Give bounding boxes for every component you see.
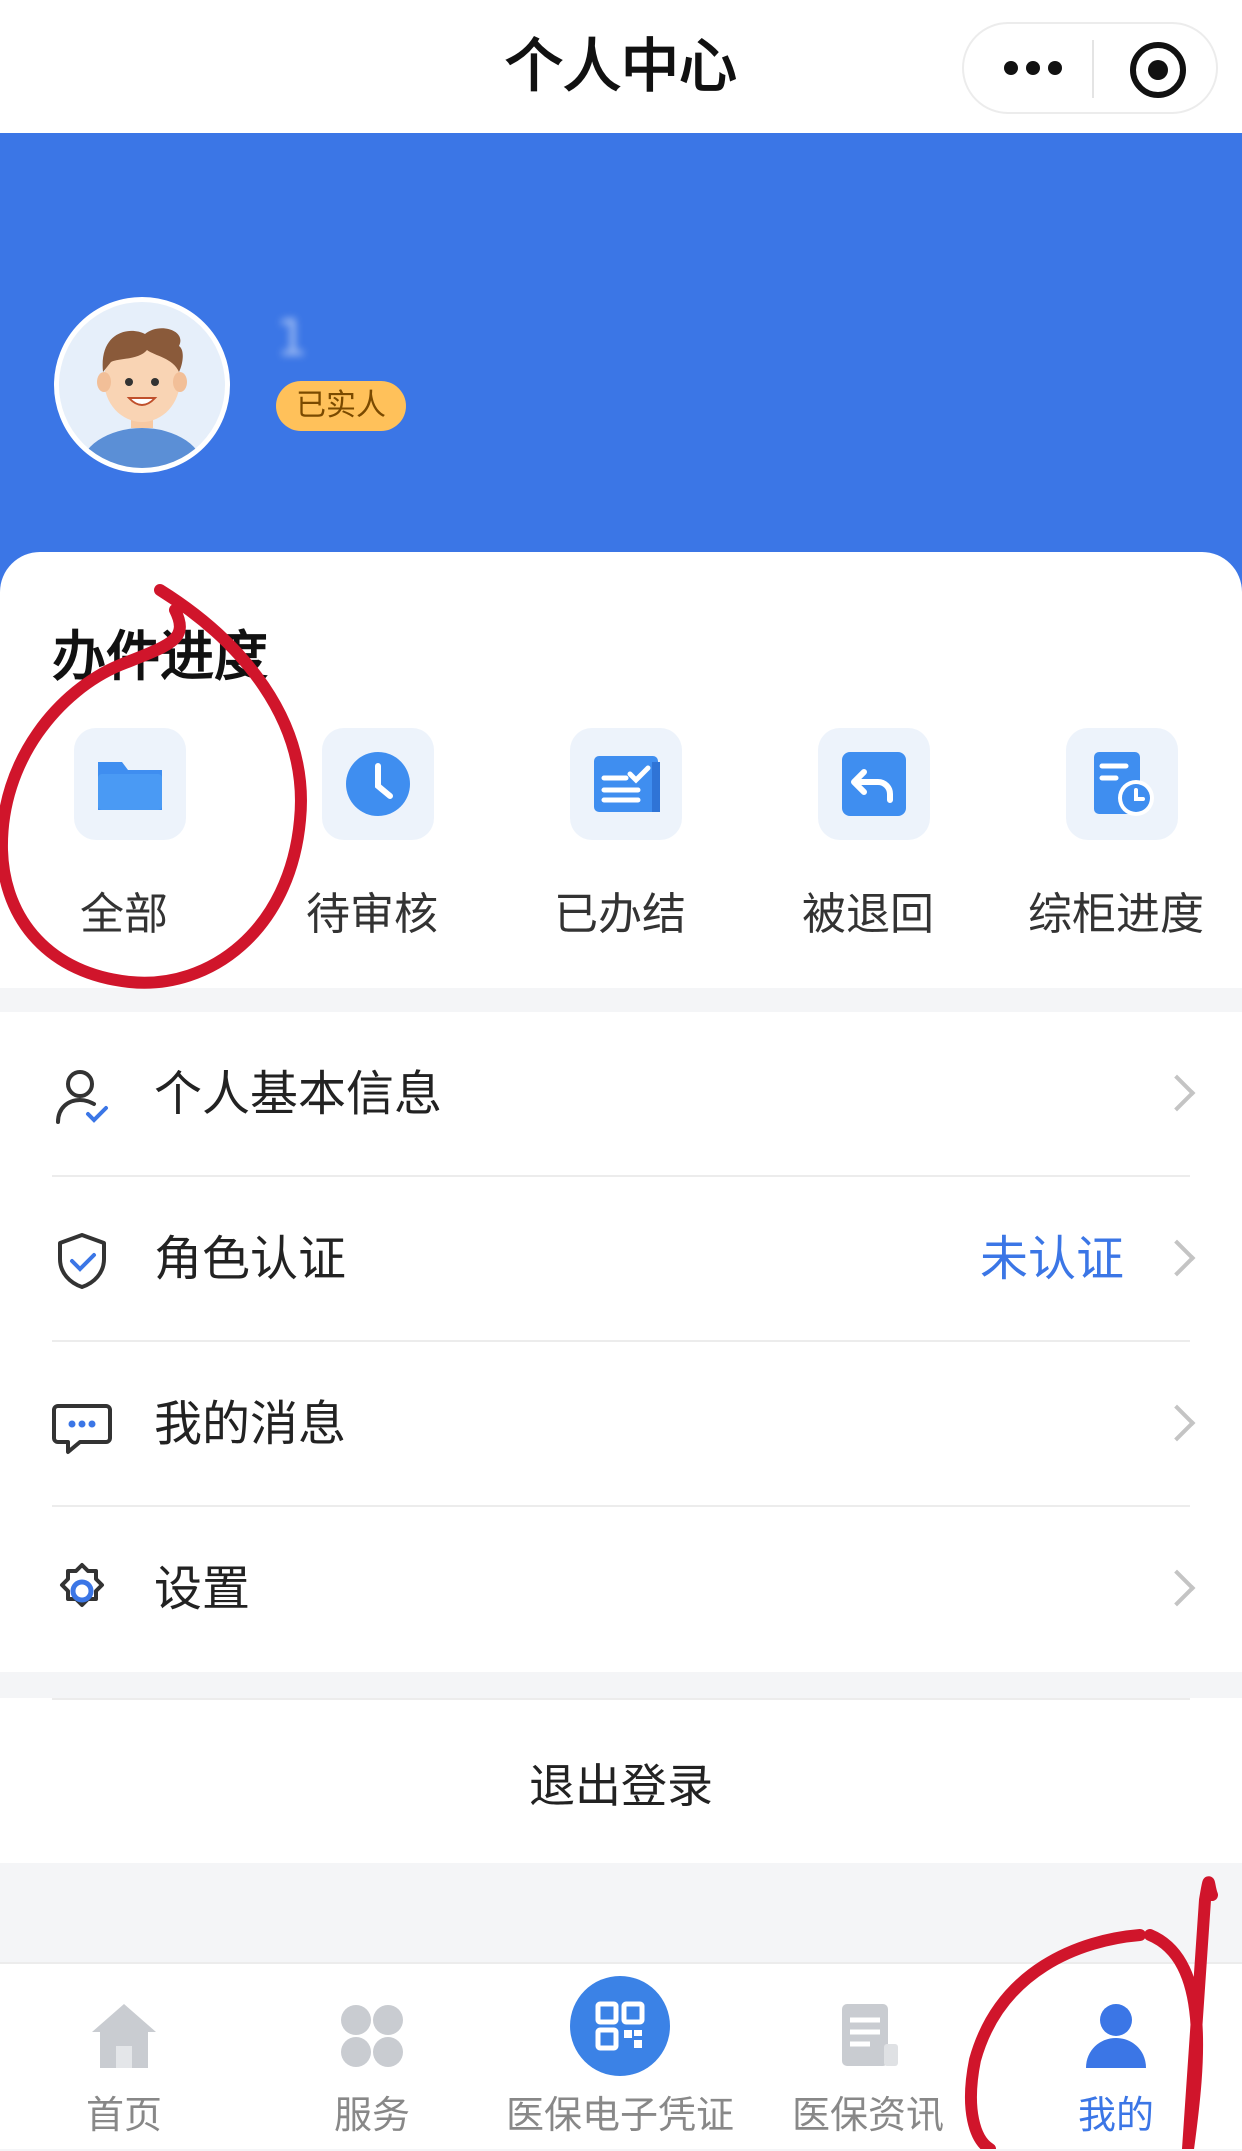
- mini-program-capsule: [962, 22, 1218, 114]
- profile-header: 1 已实人: [0, 133, 1242, 613]
- tab-label: 医保资讯: [791, 2093, 944, 2137]
- folder-icon: [98, 762, 162, 810]
- menu-label: 设置: [154, 1561, 251, 1617]
- progress-label: 被退回: [802, 889, 934, 940]
- section-title: 办件进度: [52, 625, 268, 688]
- logout-button[interactable]: 退出登录: [0, 1698, 1242, 1863]
- clock-icon: [346, 752, 410, 816]
- progress-counter[interactable]: 综柜进度: [996, 728, 1236, 958]
- progress-tile: [322, 728, 434, 840]
- chevron-right-icon: [1158, 1569, 1196, 1607]
- menu-item-settings[interactable]: 设置: [0, 1507, 1242, 1672]
- capsule-divider: [1092, 40, 1094, 98]
- qr-button-circle: [570, 1976, 670, 2076]
- chevron-right-icon: [1158, 1404, 1196, 1442]
- progress-tile: [570, 728, 682, 840]
- menu-item-role-auth[interactable]: 角色认证 未认证: [0, 1177, 1242, 1342]
- menu-item-messages[interactable]: 我的消息: [0, 1342, 1242, 1507]
- menu-list: 个人基本信息 角色认证 未认证 我的消息 设置: [0, 1012, 1242, 1672]
- tab-mine[interactable]: 我的: [992, 1964, 1240, 2151]
- completed-list-icon: [594, 756, 660, 812]
- logout-label: 退出登录: [529, 1759, 713, 1813]
- divider: [52, 1698, 1190, 1700]
- progress-tile: [1066, 728, 1178, 840]
- home-icon: [92, 2004, 156, 2068]
- message-icon: [52, 1404, 112, 1454]
- menu-label: 角色认证: [154, 1231, 347, 1287]
- user-check-icon: [56, 1070, 108, 1124]
- close-target-icon[interactable]: [1130, 42, 1186, 98]
- progress-completed[interactable]: 已办结: [500, 728, 740, 958]
- progress-tile: [74, 728, 186, 840]
- grid-icon: [341, 2005, 403, 2067]
- progress-label: 待审核: [306, 889, 438, 940]
- news-icon: [842, 2004, 898, 2066]
- gear-icon: [60, 1563, 104, 1607]
- tab-bar: 首页 服务 医保电子凭证 医保资讯 我的: [0, 1962, 1242, 2149]
- qr-code-icon: [595, 2001, 645, 2051]
- return-icon: [842, 752, 906, 816]
- chevron-right-icon: [1158, 1239, 1196, 1277]
- tab-e-voucher[interactable]: 医保电子凭证: [496, 1964, 744, 2151]
- realname-badge: 已实人: [276, 381, 406, 431]
- menu-item-personal-info[interactable]: 个人基本信息: [0, 1012, 1242, 1177]
- progress-all[interactable]: 全部: [4, 728, 244, 958]
- progress-tile: [818, 728, 930, 840]
- progress-label: 已办结: [554, 889, 686, 940]
- tab-news[interactable]: 医保资讯: [744, 1964, 992, 2151]
- progress-label: 综柜进度: [1028, 889, 1204, 940]
- progress-card: 办件进度 全部 待审核 已办结 被退回 综柜进度: [0, 552, 1242, 988]
- menu-label: 个人基本信息: [154, 1066, 443, 1122]
- auth-status: 未认证: [979, 1231, 1124, 1287]
- avatar[interactable]: [54, 297, 230, 473]
- shield-check-icon: [58, 1233, 106, 1289]
- tab-label: 首页: [85, 2093, 162, 2137]
- menu-label: 我的消息: [154, 1396, 347, 1452]
- progress-label: 全部: [80, 889, 168, 940]
- tab-label: 服务: [333, 2093, 410, 2137]
- tab-services[interactable]: 服务: [248, 1964, 496, 2151]
- progress-pending[interactable]: 待审核: [252, 728, 492, 958]
- person-icon: [1086, 2004, 1146, 2068]
- avatar-illustration: [80, 328, 204, 468]
- progress-returned[interactable]: 被退回: [748, 728, 988, 958]
- tab-label: 医保电子凭证: [505, 2093, 734, 2137]
- document-clock-icon: [1094, 752, 1154, 816]
- chevron-right-icon: [1158, 1074, 1196, 1112]
- user-phone-masked: 1: [276, 309, 310, 367]
- tab-label: 我的: [1077, 2093, 1154, 2137]
- tab-home[interactable]: 首页: [0, 1964, 248, 2151]
- title-bar: 个人中心: [0, 0, 1242, 133]
- more-icon[interactable]: [1004, 54, 1064, 84]
